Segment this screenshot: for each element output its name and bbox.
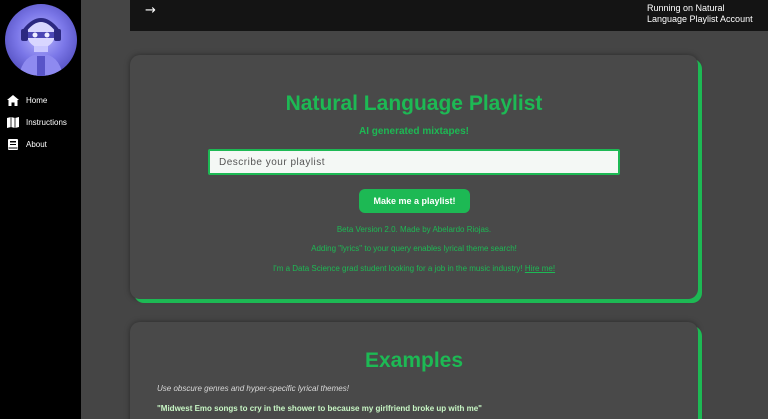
home-icon: [6, 94, 19, 107]
grad-student-text: I'm a Data Science grad student looking …: [272, 264, 523, 273]
account-status: Running on Natural Language Playlist Acc…: [647, 3, 753, 24]
map-icon: [6, 116, 19, 129]
arrow-right-icon[interactable]: →: [145, 3, 156, 18]
lyrics-tip: Adding "lyrics" to your query enables ly…: [311, 244, 517, 253]
examples-note: Use obscure genres and hyper-specific ly…: [157, 384, 349, 393]
sidebar: Home Instructions About: [0, 0, 81, 419]
examples-title: Examples: [364, 349, 464, 372]
hire-me-link[interactable]: Hire me!: [525, 264, 555, 273]
sidebar-item-about[interactable]: About: [0, 133, 81, 155]
example-item[interactable]: "Midwest Emo songs to cry in the shower …: [157, 404, 482, 413]
top-bar: → Running on Natural Language Playlist A…: [130, 0, 768, 31]
avatar: [5, 4, 77, 76]
sidebar-item-instructions[interactable]: Instructions: [0, 111, 81, 133]
grad-student-note: I'm a Data Science grad student looking …: [130, 264, 698, 273]
sidebar-item-label: Instructions: [26, 117, 67, 127]
version-info: Beta Version 2.0. Made by Abelardo Rioja…: [336, 225, 492, 234]
make-playlist-button[interactable]: Make me a playlist!: [359, 189, 470, 213]
book-icon: [6, 138, 19, 151]
sidebar-nav: Home Instructions About: [0, 89, 81, 155]
sidebar-item-label: Home: [26, 95, 48, 105]
sidebar-item-home[interactable]: Home: [0, 89, 81, 111]
sidebar-item-label: About: [26, 139, 47, 149]
page-title: Natural Language Playlist: [285, 92, 543, 115]
page-subtitle: AI generated mixtapes!: [358, 126, 470, 137]
playlist-description-input[interactable]: [208, 149, 620, 175]
robot-dj-icon: [19, 18, 63, 76]
playlist-panel: Natural Language Playlist AI generated m…: [130, 55, 698, 299]
examples-panel: Examples Use obscure genres and hyper-sp…: [130, 322, 698, 419]
